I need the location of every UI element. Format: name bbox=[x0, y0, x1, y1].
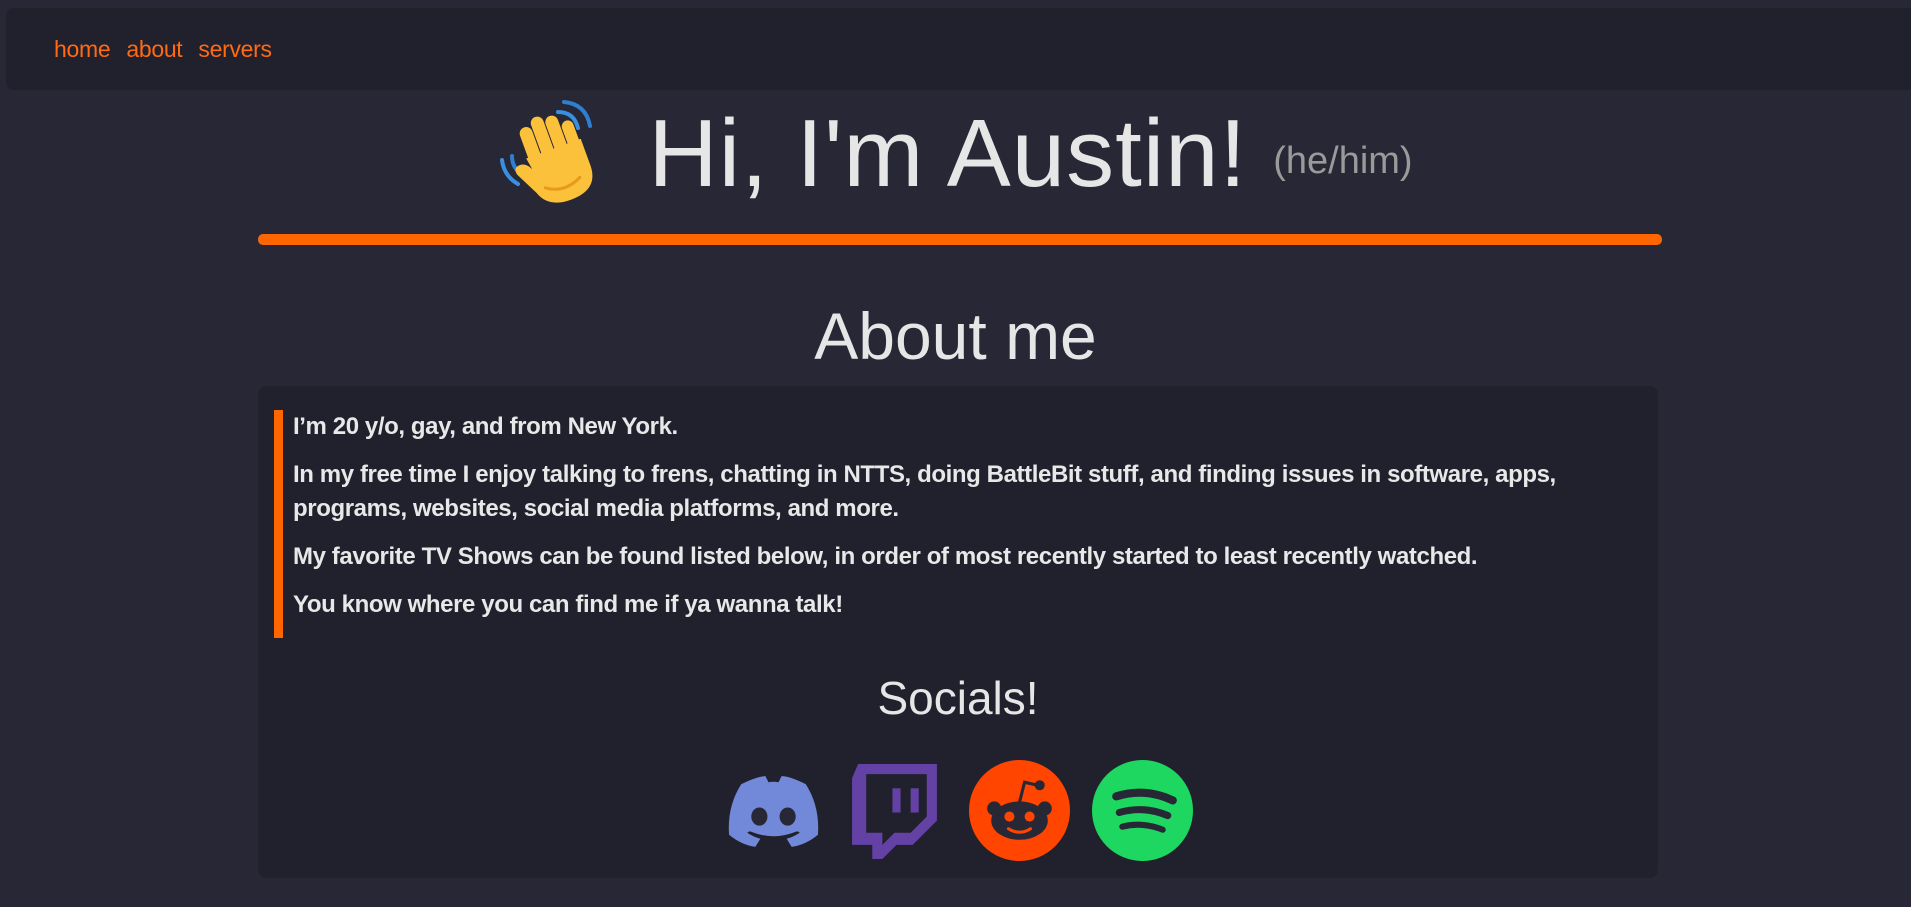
hero-header: Hi, I'm Austin! (he/him) bbox=[0, 98, 1911, 210]
nav-link-about[interactable]: about bbox=[126, 36, 182, 63]
accent-divider bbox=[258, 234, 1662, 245]
social-links bbox=[258, 758, 1658, 862]
about-paragraph-1: I’m 20 y/o, gay, and from New York. bbox=[293, 413, 678, 440]
top-nav: home about servers bbox=[6, 8, 1911, 90]
nav-link-servers[interactable]: servers bbox=[198, 36, 272, 63]
pronouns-label: (he/him) bbox=[1273, 139, 1413, 182]
about-paragraph-4: You know where you can find me if ya wan… bbox=[293, 591, 843, 618]
waving-hand-icon bbox=[500, 100, 593, 203]
page-title: Hi, I'm Austin! bbox=[648, 100, 1248, 207]
discord-icon[interactable] bbox=[723, 760, 824, 861]
twitch-icon[interactable] bbox=[846, 760, 947, 861]
nav-link-home[interactable]: home bbox=[54, 36, 111, 63]
about-card: I’m 20 y/o, gay, and from New York. In m… bbox=[258, 386, 1658, 878]
about-heading: About me bbox=[814, 299, 1097, 373]
spotify-icon[interactable] bbox=[1092, 759, 1193, 861]
about-paragraph-2: In my free time I enjoy talking to frens… bbox=[293, 461, 1556, 522]
about-blockquote: I’m 20 y/o, gay, and from New York. In m… bbox=[274, 410, 1644, 638]
about-paragraph-3: My favorite TV Shows can be found listed… bbox=[293, 543, 1478, 570]
reddit-icon[interactable] bbox=[969, 759, 1070, 861]
socials-heading: Socials! bbox=[877, 672, 1039, 724]
